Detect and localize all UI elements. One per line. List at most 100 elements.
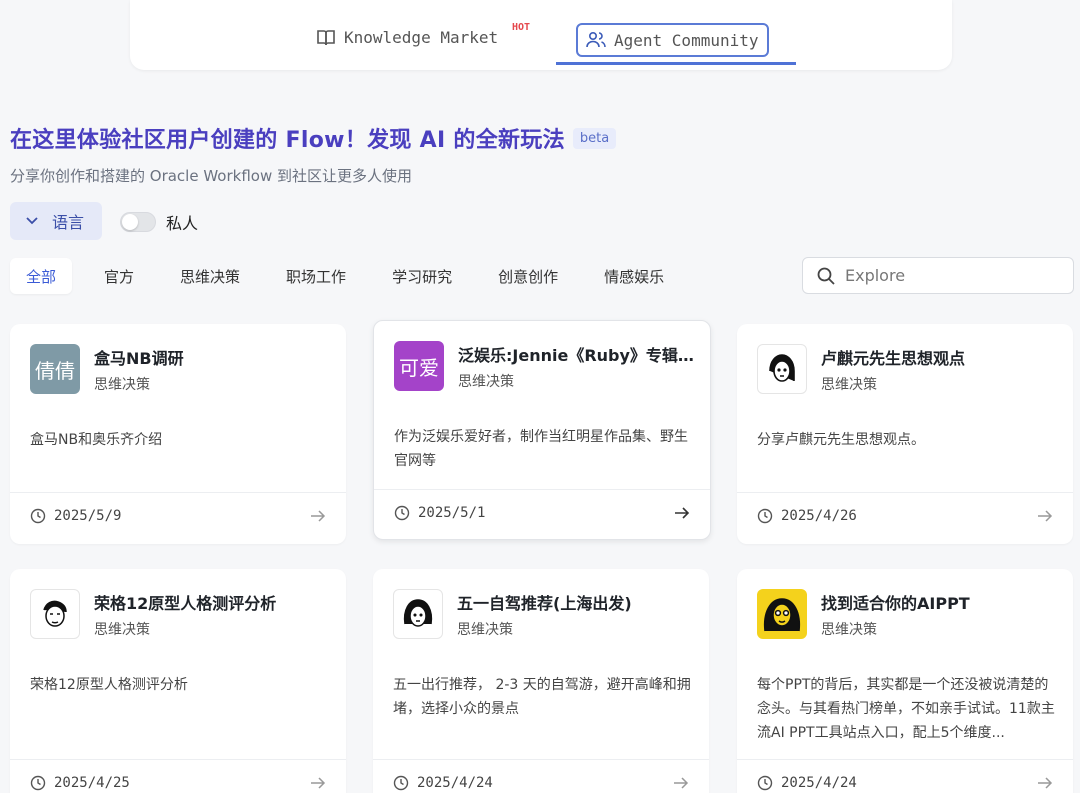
- flow-card[interactable]: 五一自驾推荐(上海出发) 思维决策 五一出行推荐， 2-3 天的自驾游，避开高峰…: [373, 569, 709, 793]
- tab-agent-community[interactable]: Agent Community: [576, 23, 769, 57]
- arrow-right-icon[interactable]: [673, 777, 689, 789]
- cartoon-portrait-icon: [763, 598, 801, 632]
- card-category: 思维决策: [458, 374, 514, 390]
- card-avatar: 倩倩: [30, 344, 80, 394]
- category-tab-work[interactable]: 职场工作: [270, 258, 362, 294]
- category-tab-thinking[interactable]: 思维决策: [164, 258, 256, 294]
- card-date: 2025/4/24: [757, 775, 857, 791]
- card-footer: 2025/4/26: [757, 508, 1053, 524]
- card-divider: [374, 489, 710, 490]
- arrow-right-icon[interactable]: [674, 507, 690, 519]
- card-date-text: 2025/4/24: [781, 775, 857, 791]
- card-category: 思维决策: [821, 377, 877, 393]
- card-date: 2025/4/26: [757, 508, 857, 524]
- private-label: 私人: [166, 214, 199, 233]
- top-nav: Knowledge Market HOT Agent Community: [130, 0, 952, 70]
- card-date-text: 2025/4/25: [54, 775, 130, 791]
- card-title: 泛娱乐:Jennie《Ruby》专辑...: [458, 346, 694, 365]
- card-avatar: [757, 589, 807, 639]
- card-divider: [737, 492, 1073, 493]
- card-date: 2025/4/25: [30, 775, 130, 791]
- flow-card[interactable]: 找到适合你的AIPPT 思维决策 每个PPT的背后，其实都是一个还没被说清楚的念…: [737, 569, 1073, 793]
- card-date: 2025/5/9: [30, 508, 121, 524]
- chevron-down-icon: [26, 217, 38, 225]
- page-title: 在这里体验社区用户创建的 Flow！发现 AI 的全新玩法: [10, 128, 565, 153]
- card-footer: 2025/4/24: [757, 775, 1053, 791]
- flow-card[interactable]: 荣格12原型人格测评分析 思维决策 荣格12原型人格测评分析 2025/4/25: [10, 569, 346, 793]
- card-footer: 2025/5/9: [30, 508, 326, 524]
- flow-card[interactable]: 可爱 泛娱乐:Jennie《Ruby》专辑... 思维决策 作为泛娱乐爱好者，制…: [373, 320, 711, 540]
- flow-card[interactable]: 卢麒元先生思想观点 思维决策 分享卢麒元先生思想观点。 2025/4/26: [737, 324, 1073, 544]
- tab-knowledge-market[interactable]: Knowledge Market HOT: [316, 22, 530, 47]
- card-title: 荣格12原型人格测评分析: [94, 594, 277, 613]
- tab-knowledge-label: Knowledge Market: [344, 28, 499, 47]
- card-description: 分享卢麒元先生思想观点。: [757, 432, 925, 448]
- card-avatar: [757, 344, 807, 394]
- category-tab-emotion[interactable]: 情感娱乐: [588, 258, 680, 294]
- card-avatar: 可爱: [394, 341, 444, 391]
- category-tab-study[interactable]: 学习研究: [376, 258, 468, 294]
- arrow-right-icon[interactable]: [310, 510, 326, 522]
- card-title: 找到适合你的AIPPT: [821, 594, 970, 613]
- card-date-text: 2025/4/24: [417, 775, 493, 791]
- tab-agent-label: Agent Community: [614, 30, 759, 50]
- arrow-right-icon[interactable]: [1037, 510, 1053, 522]
- card-divider: [373, 759, 709, 760]
- toggle-knob: [122, 214, 138, 230]
- clock-icon: [393, 775, 409, 791]
- arrow-right-icon[interactable]: [310, 777, 326, 789]
- card-footer: 2025/4/25: [30, 775, 326, 791]
- clock-icon: [757, 508, 773, 524]
- hot-badge: HOT: [512, 22, 531, 33]
- card-divider: [10, 492, 346, 493]
- card-date: 2025/4/24: [393, 775, 493, 791]
- card-avatar: [393, 589, 443, 639]
- cartoon-portrait-icon: [43, 600, 67, 627]
- page-subtitle: 分享你创作和搭建的 Oracle Workflow 到社区让更多人使用: [10, 167, 412, 185]
- card-divider: [10, 759, 346, 760]
- card-title: 盒马NB调研: [94, 349, 184, 368]
- card-date-text: 2025/5/9: [54, 508, 122, 524]
- category-tabs: 全部 官方 思维决策 职场工作 学习研究 创意创作 情感娱乐: [10, 258, 680, 294]
- card-category: 思维决策: [821, 622, 877, 638]
- language-label: 语言: [52, 213, 85, 232]
- card-footer: 2025/5/1: [394, 505, 690, 521]
- card-avatar: [30, 589, 80, 639]
- search-box: [802, 257, 1074, 294]
- card-description: 每个PPT的背后，其实都是一个还没被说清楚的念头。与其看热门榜单，不如亲手试试。…: [757, 677, 1055, 741]
- card-date-text: 2025/4/26: [781, 508, 857, 524]
- card-category: 思维决策: [94, 622, 150, 638]
- clock-icon: [30, 775, 46, 791]
- category-tab-all[interactable]: 全部: [10, 258, 73, 294]
- arrow-right-icon[interactable]: [1037, 777, 1053, 789]
- beta-badge: beta: [572, 127, 617, 149]
- category-tab-creative[interactable]: 创意创作: [482, 258, 574, 294]
- card-footer: 2025/4/24: [393, 775, 689, 791]
- card-date-text: 2025/5/1: [418, 505, 486, 521]
- card-description: 作为泛娱乐爱好者，制作当红明星作品集、野生官网等: [394, 429, 688, 469]
- private-toggle[interactable]: [120, 212, 156, 232]
- search-input[interactable]: [845, 266, 1045, 285]
- card-category: 思维决策: [94, 377, 150, 393]
- cartoon-portrait-icon: [403, 599, 433, 627]
- category-tab-official[interactable]: 官方: [88, 258, 150, 294]
- flow-card[interactable]: 倩倩 盒马NB调研 思维决策 盒马NB和奥乐齐介绍 2025/5/9: [10, 324, 346, 544]
- cartoon-portrait-icon: [769, 354, 795, 382]
- card-description: 盒马NB和奥乐齐介绍: [30, 432, 163, 448]
- clock-icon: [394, 505, 410, 521]
- active-tab-indicator: [556, 62, 796, 65]
- clock-icon: [757, 775, 773, 791]
- card-divider: [737, 759, 1073, 760]
- page-headline: 在这里体验社区用户创建的 Flow！发现 AI 的全新玩法 beta: [10, 122, 617, 154]
- card-date: 2025/5/1: [394, 505, 485, 521]
- private-filter: 私人: [120, 210, 198, 234]
- card-category: 思维决策: [457, 622, 513, 638]
- clock-icon: [30, 508, 46, 524]
- card-title: 卢麒元先生思想观点: [821, 349, 966, 368]
- users-icon: [586, 31, 606, 48]
- language-dropdown[interactable]: 语言: [10, 202, 102, 240]
- card-title: 五一自驾推荐(上海出发): [457, 594, 632, 613]
- search-icon: [817, 267, 835, 285]
- card-description: 五一出行推荐， 2-3 天的自驾游，避开高峰和拥堵，选择小众的景点: [393, 677, 691, 717]
- card-description: 荣格12原型人格测评分析: [30, 677, 188, 693]
